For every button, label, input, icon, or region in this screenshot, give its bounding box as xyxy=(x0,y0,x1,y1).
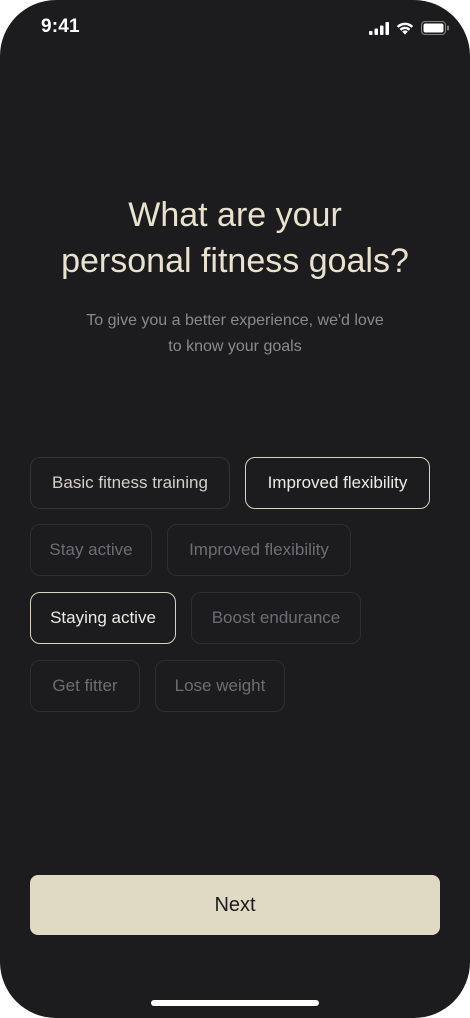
status-time: 9:41 xyxy=(41,16,80,37)
goal-chip-lose-weight[interactable]: Lose weight xyxy=(155,660,285,712)
goal-chip-boost-endurance[interactable]: Boost endurance xyxy=(191,592,361,644)
goal-chip-get-fitter[interactable]: Get fitter xyxy=(30,660,140,712)
phone-screen: 9:41 What are your personal fitness goal… xyxy=(0,0,470,1018)
home-indicator[interactable] xyxy=(151,1000,319,1006)
battery-icon xyxy=(421,21,449,35)
status-bar: 9:41 xyxy=(0,0,470,56)
page-title: What are your personal fitness goals? xyxy=(20,192,450,284)
goal-chip-basic-fitness-training[interactable]: Basic fitness training xyxy=(30,457,230,509)
next-button[interactable]: Next xyxy=(30,875,440,935)
goal-chip-improved-flexibility-selected[interactable]: Improved flexibility xyxy=(245,457,430,509)
goal-chip-improved-flexibility[interactable]: Improved flexibility xyxy=(167,524,351,576)
page-subtitle: To give you a better experience, we'd lo… xyxy=(40,308,430,360)
wifi-icon xyxy=(396,22,414,35)
cellular-signal-icon xyxy=(369,21,389,35)
status-icons xyxy=(369,19,450,37)
page-title-line-2: personal fitness goals? xyxy=(61,242,409,280)
goal-chip-stay-active[interactable]: Stay active xyxy=(30,524,152,576)
goal-chip-staying-active-selected[interactable]: Staying active xyxy=(30,592,176,644)
page-subtitle-line-2: to know your goals xyxy=(168,338,302,355)
page-subtitle-line-1: To give you a better experience, we'd lo… xyxy=(86,312,384,329)
page-title-line-1: What are your xyxy=(128,196,342,234)
